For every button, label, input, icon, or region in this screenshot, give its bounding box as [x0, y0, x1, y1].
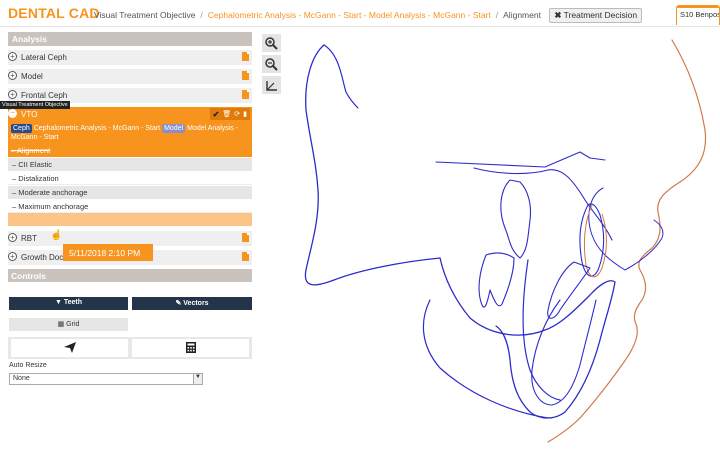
option-header-cii-elastic[interactable]: – CII Elastic	[8, 158, 252, 171]
measure-icon	[265, 80, 277, 91]
grid-icon: ▦	[57, 321, 65, 328]
vto-toolbar: ✔ 🗑 ⟳ ▮	[209, 108, 250, 120]
analysis-header: Analysis	[8, 32, 252, 46]
option-maximum-anchorage[interactable]: – Maximum anchorage	[8, 199, 252, 213]
treatment-decision-button[interactable]: ✖ Treatment Decision	[549, 8, 643, 23]
soft-tissue-profile-tracing	[588, 187, 664, 271]
model-tag: Model	[162, 124, 186, 133]
upper-molar-tracing	[500, 179, 532, 259]
vto-source: Ceph Cephalometric Analysis - McGann - S…	[8, 121, 252, 144]
grid-button[interactable]: ▦ Grid	[9, 318, 128, 331]
document-icon[interactable]	[242, 252, 249, 261]
lower-incisor-tracing	[547, 261, 591, 319]
tooth-icon: ▼	[54, 299, 62, 306]
auto-resize-select[interactable]: None ▼	[9, 373, 203, 385]
calculator-button[interactable]	[132, 339, 249, 357]
option-distalization[interactable]: – Distalization	[8, 171, 252, 185]
upper-incisor-overlay-tracing	[583, 204, 607, 278]
send-icon	[63, 342, 76, 353]
canvas-tools	[262, 34, 282, 97]
breadcrumb: Visual Treatment Objective / Cephalometric…	[94, 8, 643, 23]
cranial-base-tracing	[304, 44, 441, 286]
mandible-tracing	[439, 257, 616, 419]
controls-header: Controls	[8, 269, 252, 282]
expand-icon[interactable]: +	[8, 252, 17, 261]
breadcrumb-item-alignment: Alignment	[503, 10, 541, 20]
option-header-moderate-anchorage[interactable]: – Moderate anchorage	[8, 186, 252, 199]
check-icon[interactable]: ✔	[213, 110, 220, 119]
expand-icon[interactable]: +	[8, 52, 17, 61]
analysis-row-model[interactable]: + Model	[8, 69, 252, 84]
lower-molar-tracing	[478, 252, 515, 308]
trash-icon[interactable]: 🗑	[222, 110, 231, 118]
expand-icon[interactable]: +	[8, 71, 17, 80]
mandible-lower-border-tracing	[422, 299, 549, 419]
breadcrumb-item-analysis[interactable]: Cephalometric Analysis - McGann - Start …	[208, 10, 491, 20]
refresh-icon[interactable]: ⟳	[234, 110, 240, 118]
collapse-icon[interactable]: −	[8, 109, 17, 118]
hovered-list-item[interactable]	[8, 213, 252, 226]
chevron-down-icon[interactable]: ▼	[193, 374, 202, 384]
analysis-row-vto[interactable]: − VTO ✔ 🗑 ⟳ ▮	[8, 107, 252, 121]
zoom-in-icon	[265, 36, 278, 50]
top-bar: DENTAL CAD Visual Treatment Objective / Ce…	[0, 0, 720, 27]
teeth-button[interactable]: ▼ Teeth	[9, 297, 128, 310]
document-icon[interactable]: ▮	[243, 110, 247, 118]
close-icon: ✖	[554, 10, 562, 20]
zoom-in-button[interactable]	[262, 34, 281, 52]
ceph-analysis-text: Cephalometric Analysis - McGann - Start	[33, 125, 161, 132]
pencil-icon: ✎	[175, 300, 182, 307]
analysis-row-lateral-ceph[interactable]: + Lateral Ceph	[8, 50, 252, 65]
ramus-tracing	[522, 259, 561, 401]
auto-resize-label: Auto Resize	[9, 362, 47, 369]
document-icon[interactable]	[242, 90, 249, 99]
cephalometric-tracing-canvas[interactable]	[290, 28, 720, 451]
zoom-out-button[interactable]	[262, 55, 281, 73]
orbit-tracing	[323, 44, 359, 109]
measure-button[interactable]	[262, 76, 281, 94]
zoom-out-icon	[265, 57, 278, 71]
vto-tooltip: Visual Treatment Objective	[0, 101, 70, 109]
vto-alignment-item[interactable]: – Alignment	[8, 144, 252, 157]
send-button[interactable]	[11, 339, 128, 357]
document-icon[interactable]	[242, 233, 249, 242]
expand-icon[interactable]: +	[8, 233, 17, 242]
app-logo: DENTAL CAD	[8, 5, 100, 21]
document-icon[interactable]	[242, 52, 249, 61]
calculator-icon	[185, 342, 196, 353]
hand-cursor-icon: ☝	[50, 230, 63, 241]
ceph-tag: Ceph	[11, 124, 32, 133]
patient-tab[interactable]: S10 Benpos	[676, 5, 720, 25]
palatal-plane-tracing	[435, 151, 606, 168]
breadcrumb-item-vto[interactable]: Visual Treatment Objective	[94, 10, 195, 20]
vectors-button[interactable]: ✎ Vectors	[132, 297, 252, 310]
document-icon[interactable]	[242, 71, 249, 80]
date-tooltip: 5/11/2018 2:10 PM	[63, 244, 153, 261]
expand-icon[interactable]: +	[8, 90, 17, 99]
soft-tissue-profile-tracing	[547, 39, 707, 443]
